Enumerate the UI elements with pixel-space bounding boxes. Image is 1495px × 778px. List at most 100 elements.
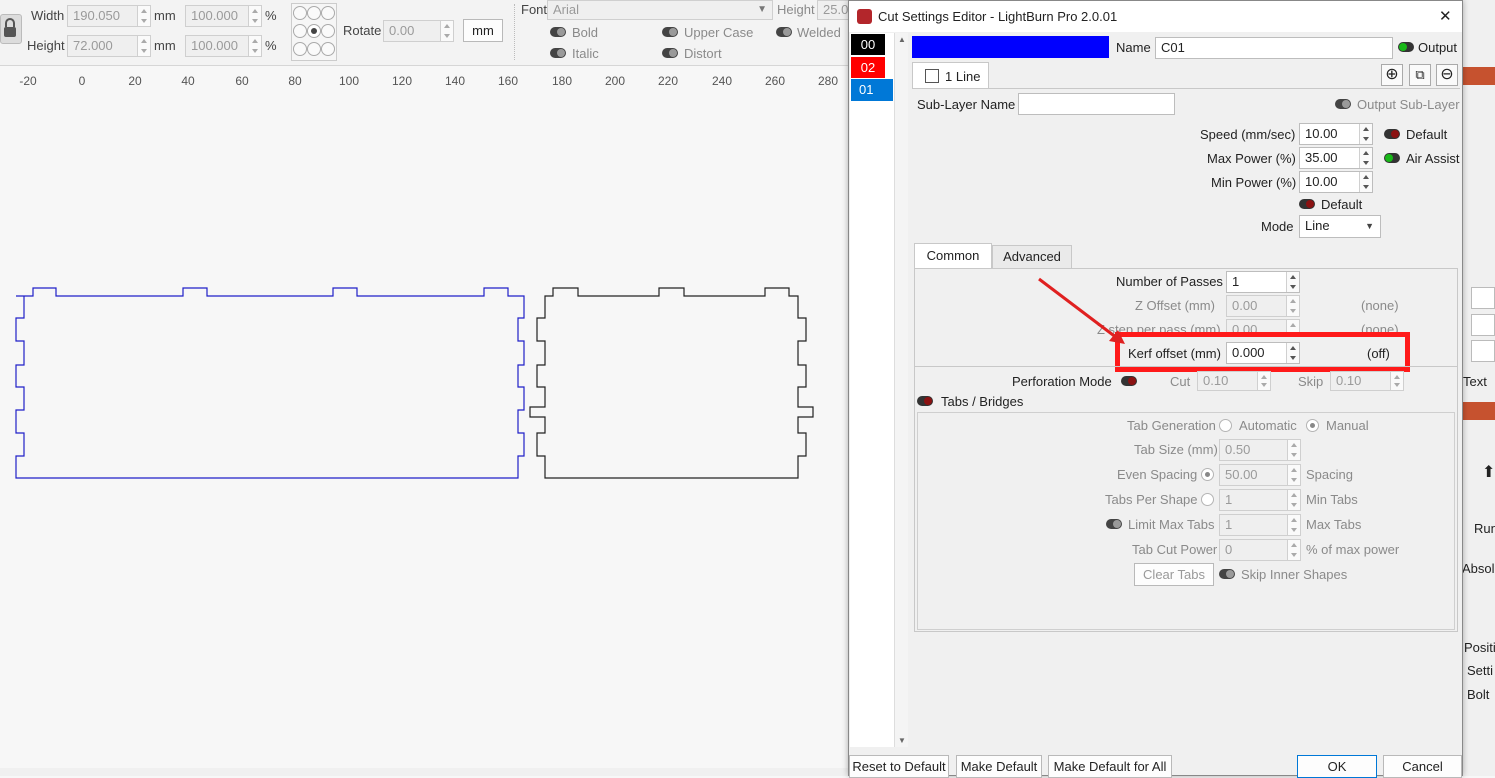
tab-generation-label: Tab Generation	[1127, 418, 1216, 433]
font-select[interactable]: Arial ▼	[547, 0, 773, 20]
layer-item-00[interactable]: 00	[851, 34, 885, 55]
scroll-down-icon[interactable]: ▼	[898, 736, 906, 745]
height-unit: mm	[154, 38, 176, 53]
ruler-tick: 60	[235, 74, 249, 88]
tab-advanced[interactable]: Advanced	[992, 245, 1072, 269]
limit-max-tabs-toggle[interactable]	[1106, 519, 1122, 529]
output-sublayer-toggle[interactable]	[1335, 99, 1351, 109]
units-toggle-button[interactable]: mm	[463, 19, 503, 42]
tab-size-input[interactable]: 0.50	[1219, 439, 1301, 461]
toolbar-divider	[514, 4, 515, 60]
ruler-tick: 260	[764, 74, 786, 88]
black-box-panel[interactable]	[529, 287, 814, 479]
sublayer-tab-label: 1 Line	[945, 69, 981, 84]
section-divider	[915, 366, 1457, 367]
tabs-bridges-toggle[interactable]	[917, 396, 933, 406]
sublayer-tab[interactable]: 1 Line	[912, 62, 989, 89]
min-power-input[interactable]: 10.00	[1299, 171, 1373, 193]
distort-toggle[interactable]	[662, 48, 678, 58]
bolt-label[interactable]: Bolt	[1467, 687, 1489, 702]
design-canvas[interactable]	[0, 95, 848, 755]
output-label: Output	[1418, 40, 1458, 55]
kerf-offset-input[interactable]: 0.000	[1226, 342, 1300, 364]
max-power-input[interactable]: 35.00	[1299, 147, 1373, 169]
layer-item-02[interactable]: 02	[851, 57, 885, 78]
italic-toggle[interactable]	[550, 48, 566, 58]
lightburn-app-icon	[857, 9, 872, 24]
make-default-button[interactable]: Make Default	[956, 755, 1042, 778]
absolute-label[interactable]: Absol	[1462, 561, 1495, 576]
even-spacing-input[interactable]: 50.00	[1219, 464, 1301, 486]
height-input[interactable]: 72.000	[67, 35, 151, 57]
width-input[interactable]: 190.050	[67, 5, 151, 27]
make-default-for-all-button[interactable]: Make Default for All	[1048, 755, 1172, 778]
z-offset-input[interactable]: 0.00	[1226, 295, 1300, 317]
position-label[interactable]: Positi	[1464, 640, 1495, 655]
bold-toggle[interactable]	[550, 27, 566, 37]
cut-input[interactable]: 0.10	[1197, 371, 1271, 391]
text-height-label: Height	[777, 2, 815, 17]
rotate-input[interactable]: 0.00	[383, 20, 454, 42]
speed-input[interactable]: 10.00	[1299, 123, 1373, 145]
lock-icon[interactable]	[0, 14, 22, 44]
sublayer-name-input[interactable]	[1018, 93, 1175, 115]
output-toggle[interactable]	[1398, 42, 1414, 52]
air-assist-toggle[interactable]	[1384, 153, 1400, 163]
reset-to-default-button[interactable]: Reset to Default	[849, 755, 949, 778]
tab-cut-power-input[interactable]: 0	[1219, 539, 1301, 561]
ruler-tick: 180	[551, 74, 573, 88]
ruler-tick: 240	[711, 74, 733, 88]
remove-sublayer-button[interactable]: ⊖	[1436, 64, 1458, 86]
default-power-label: Default	[1321, 197, 1363, 212]
height-label: Height	[27, 38, 65, 53]
skip-input[interactable]: 0.10	[1330, 371, 1404, 391]
width-label: Width	[31, 8, 65, 23]
welded-toggle[interactable]	[776, 27, 792, 37]
up-arrow-icon[interactable]: ⬆	[1482, 462, 1495, 482]
anchor-grid[interactable]	[291, 3, 337, 61]
height-percent-input[interactable]: 100.000	[185, 35, 262, 57]
copy-sublayer-button[interactable]: ⧉	[1409, 64, 1431, 86]
manual-radio[interactable]	[1306, 419, 1319, 432]
top-ruler: -20 0 20 40 60 80 100 120 140 160 180 20…	[0, 67, 848, 93]
mode-label: Mode	[1261, 219, 1294, 234]
tabs-per-shape-radio[interactable]	[1201, 493, 1214, 506]
passes-input[interactable]: 1	[1226, 271, 1300, 293]
right-panel-input[interactable]	[1471, 340, 1495, 362]
width-percent-input[interactable]: 100.000	[185, 5, 262, 27]
default-power-toggle[interactable]	[1299, 199, 1315, 209]
blue-box-panel[interactable]	[15, 287, 525, 479]
sublayer-checkbox[interactable]	[925, 69, 939, 83]
cancel-button[interactable]: Cancel	[1383, 755, 1462, 778]
name-input[interactable]: C01	[1155, 37, 1393, 59]
limit-max-tabs-input[interactable]: 1	[1219, 514, 1301, 536]
settings-label[interactable]: Setti	[1467, 663, 1493, 678]
layer-list-scrollbar[interactable]: ▲ ▼	[894, 33, 908, 747]
even-spacing-radio[interactable]	[1201, 468, 1214, 481]
mode-select[interactable]: Line ▼	[1299, 215, 1381, 238]
right-panel-input[interactable]	[1471, 287, 1495, 309]
tabs-per-shape-input[interactable]: 1	[1219, 489, 1301, 511]
close-icon[interactable]: ✕	[1439, 7, 1452, 25]
add-sublayer-button[interactable]: ⊕	[1381, 64, 1403, 86]
right-panel-input[interactable]	[1471, 314, 1495, 336]
skip-inner-shapes-toggle[interactable]	[1219, 569, 1235, 579]
perforation-toggle[interactable]	[1121, 376, 1137, 386]
tabs-per-shape-label: Tabs Per Shape	[1105, 492, 1198, 507]
cut-settings-dialog: Cut Settings Editor - LightBurn Pro 2.0.…	[848, 0, 1463, 778]
ruler-tick: 0	[78, 74, 86, 88]
distort-label: Distort	[684, 46, 722, 61]
layer-color-swatch[interactable]	[912, 36, 1109, 58]
clear-tabs-button[interactable]: Clear Tabs	[1134, 563, 1214, 586]
upper-case-toggle[interactable]	[662, 27, 678, 37]
run-label[interactable]: Run	[1474, 521, 1495, 536]
tab-common[interactable]: Common	[914, 243, 992, 269]
automatic-radio[interactable]	[1219, 419, 1232, 432]
text-tab[interactable]: Text	[1463, 374, 1487, 389]
scroll-up-icon[interactable]: ▲	[898, 35, 906, 44]
default-speed-toggle[interactable]	[1384, 129, 1400, 139]
rotate-label: Rotate	[343, 23, 382, 38]
welded-label: Welded	[797, 25, 841, 40]
layer-item-01[interactable]: 01	[851, 79, 893, 101]
ok-button[interactable]: OK	[1297, 755, 1377, 778]
